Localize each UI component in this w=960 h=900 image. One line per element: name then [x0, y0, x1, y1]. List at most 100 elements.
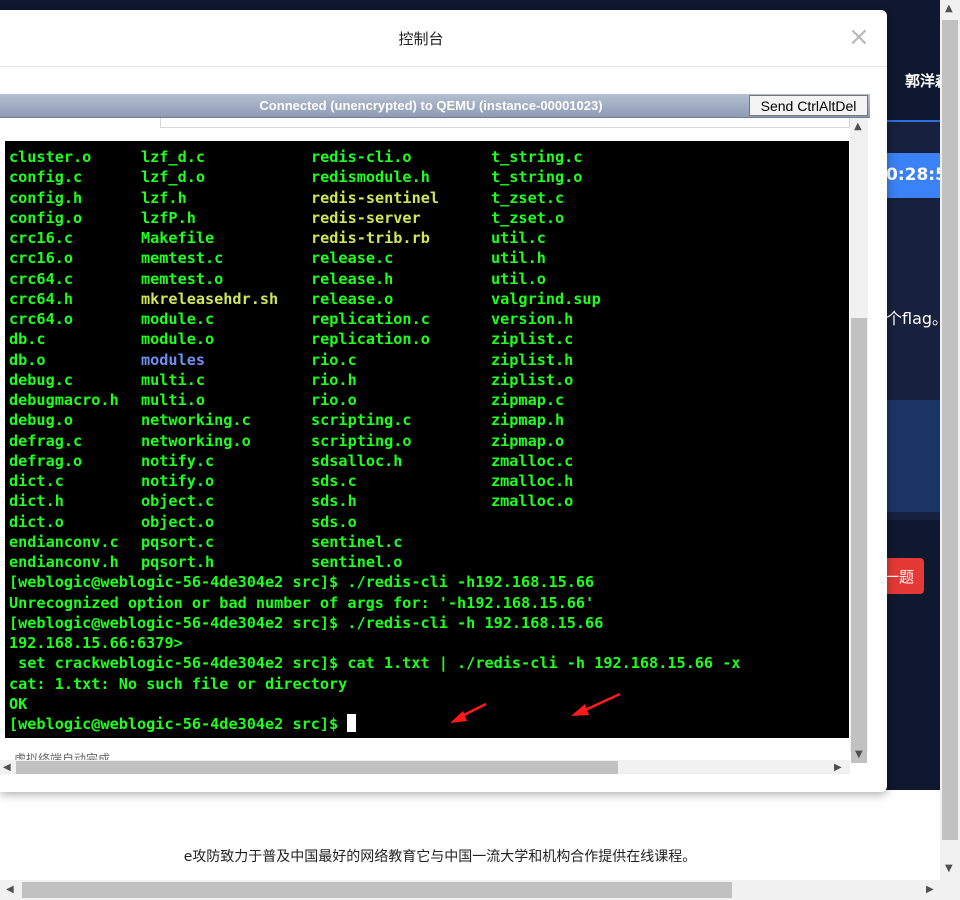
terminal-file-entry: defrag.o	[9, 451, 83, 470]
terminal-file-entry: release.h	[311, 269, 394, 288]
countdown-timer: 0:28:5	[886, 153, 940, 198]
terminal-file-entry: sentinel.o	[311, 553, 403, 571]
terminal-file-entry: ziplist.c	[491, 330, 574, 349]
console-frame: Connected (unencrypted) to QEMU (instanc…	[0, 74, 870, 774]
terminal-file-entry: sds.o	[311, 512, 357, 531]
terminal-file-row: endianconv.c pqsort.c sentinel.c	[9, 532, 849, 552]
terminal-file-entry: pqsort.h	[141, 553, 215, 571]
terminal-file-entry: zipmap.o	[491, 431, 565, 450]
terminal-output-line: Unrecognized option or bad number of arg…	[9, 593, 595, 612]
page-horizontal-scrollbar[interactable]: ◀ ▶	[0, 880, 960, 900]
terminal-file-entry: t_string.o	[491, 168, 583, 187]
scroll-down-icon[interactable]: ▼	[945, 864, 953, 874]
annotation-arrow-left	[450, 702, 487, 723]
frame-vertical-scroll-thumb[interactable]	[851, 318, 867, 763]
terminal-file-entry: redismodule.h	[311, 168, 430, 187]
terminal-output-line: 192.168.15.66:6379>	[9, 634, 183, 652]
terminal-file-entry: modules	[141, 350, 206, 369]
frame-scroll-right-icon[interactable]: ▶	[834, 763, 842, 773]
terminal-file-entry: object.c	[141, 492, 215, 511]
vnc-terminal[interactable]: cluster.o lzf_d.c redis-cli.o t_string.c con…	[5, 141, 849, 738]
terminal-file-entry: t_zset.c	[491, 188, 565, 207]
terminal-file-entry: networking.c	[141, 411, 251, 430]
terminal-file-entry: ziplist.h	[491, 350, 574, 369]
page-vertical-scroll-thumb[interactable]	[942, 20, 958, 840]
terminal-file-entry: scripting.o	[311, 431, 412, 450]
answer-textarea[interactable]	[886, 400, 940, 512]
scroll-left-icon[interactable]: ◀	[6, 885, 14, 895]
terminal-output-line: [weblogic@weblogic-56-4de304e2 src]$ ./r…	[9, 573, 595, 592]
terminal-output-line: [weblogic@weblogic-56-4de304e2 src]$ ./r…	[9, 613, 604, 632]
terminal-file-entry: endianconv.c	[9, 532, 119, 551]
terminal-file-row: crc64.h mkreleasehdr.sh release.o valgrind.…	[9, 289, 849, 309]
terminal-file-entry: multi.o	[141, 391, 206, 409]
terminal-file-entry: module.c	[141, 310, 215, 328]
terminal-file-entry: sdsalloc.h	[311, 451, 403, 470]
terminal-file-row: crc64.c memtest.o release.h util.o	[9, 269, 849, 289]
console-modal: 控制台 × Connected (unencrypted) to QEMU (i…	[0, 10, 887, 792]
terminal-file-entry: util.c	[491, 229, 546, 247]
terminal-file-row: config.h lzf.h redis-sentinel t_zset.c	[9, 188, 849, 208]
terminal-file-entry: zmalloc.o	[491, 492, 574, 511]
terminal-file-entry: Makefile	[141, 229, 215, 247]
terminal-file-entry: config.o	[9, 208, 83, 227]
scroll-up-icon[interactable]: ▲	[945, 4, 953, 14]
scroll-right-icon[interactable]: ▶	[926, 885, 934, 895]
novnc-status-bar: Connected (unencrypted) to QEMU (instanc…	[0, 94, 870, 118]
terminal-file-entry: lzf_d.c	[141, 148, 206, 166]
page-horizontal-scroll-thumb[interactable]	[22, 882, 732, 898]
terminal-file-entry: t_string.c	[491, 148, 583, 166]
terminal-file-entry: debugmacro.h	[9, 391, 119, 409]
terminal-file-row: endianconv.h pqsort.h sentinel.o	[9, 552, 849, 572]
terminal-file-entry: crc64.o	[9, 310, 74, 328]
terminal-file-entry: replication.c	[311, 310, 430, 328]
terminal-file-entry: lzf.h	[141, 188, 187, 207]
terminal-file-row: debugmacro.h multi.o rio.o zipmap.c	[9, 390, 849, 410]
terminal-file-entry: zmalloc.h	[491, 472, 574, 490]
footer-text: e攻防致力于普及中国最好的网络教育它与中国一流大学和机构合作提供在线课程。	[183, 849, 697, 865]
terminal-file-entry: config.c	[9, 168, 83, 187]
terminal-cursor	[347, 714, 357, 732]
frame-horizontal-scroll-thumb[interactable]	[16, 761, 618, 774]
terminal-file-entry: rio.o	[311, 391, 357, 409]
terminal-file-entry: multi.c	[141, 370, 206, 389]
terminal-file-entry: scripting.c	[311, 411, 412, 430]
terminal-file-entry: dict.c	[9, 472, 64, 490]
terminal-file-entry: cluster.o	[9, 148, 92, 166]
terminal-file-entry: pqsort.c	[141, 532, 215, 551]
terminal-file-entry: sentinel.c	[311, 532, 403, 551]
frame-vertical-scrollbar[interactable]: ▲	[850, 118, 868, 763]
terminal-file-entry: redis-trib.rb	[311, 229, 430, 247]
close-icon[interactable]: ×	[848, 24, 870, 50]
terminal-file-entry: db.c	[9, 330, 46, 349]
terminal-file-entry: config.h	[9, 188, 83, 207]
terminal-file-entry: redis-sentinel	[311, 188, 440, 207]
task-description: 个flag。	[886, 309, 949, 328]
terminal-file-entry: memtest.c	[141, 249, 224, 268]
page-vertical-scrollbar[interactable]: ▲ ▼	[940, 0, 960, 880]
frame-scroll-up-icon[interactable]: ▲	[854, 122, 862, 132]
terminal-file-entry: util.h	[491, 249, 546, 268]
terminal-file-entry: sds.c	[311, 472, 357, 490]
terminal-file-entry: replication.o	[311, 330, 430, 349]
frame-horizontal-scrollbar[interactable]: ◀ ▶ ▼	[0, 750, 863, 774]
terminal-file-row: db.c module.o replication.o ziplist.c	[9, 329, 849, 349]
terminal-file-entry: dict.o	[9, 512, 64, 531]
terminal-file-entry: util.o	[491, 269, 546, 288]
modal-divider	[0, 66, 887, 67]
terminal-file-entry: dict.h	[9, 492, 64, 511]
terminal-file-entry: redis-server	[311, 208, 421, 227]
terminal-file-entry: zipmap.c	[491, 391, 565, 409]
terminal-file-entry: crc64.c	[9, 269, 74, 288]
terminal-output-line: set crackweblogic-56-4de304e2 src]$ cat …	[9, 654, 741, 673]
terminal-file-entry: mkreleasehdr.sh	[141, 289, 279, 308]
terminal-prompt-line[interactable]: [weblogic@weblogic-56-4de304e2 src]$	[9, 714, 357, 734]
terminal-file-row: crc64.o module.c replication.c version.h	[9, 309, 849, 329]
frame-scroll-down-icon[interactable]: ▼	[855, 750, 863, 760]
terminal-file-entry: crc64.h	[9, 289, 74, 308]
terminal-file-row: dict.h object.c sds.h zmalloc.o	[9, 491, 849, 511]
terminal-file-row: db.o modules rio.c ziplist.h	[9, 350, 849, 370]
terminal-file-entry: release.c	[311, 249, 394, 268]
frame-scroll-left-icon[interactable]: ◀	[3, 763, 11, 773]
send-ctrlaltdel-button[interactable]: Send CtrlAltDel	[749, 95, 868, 116]
